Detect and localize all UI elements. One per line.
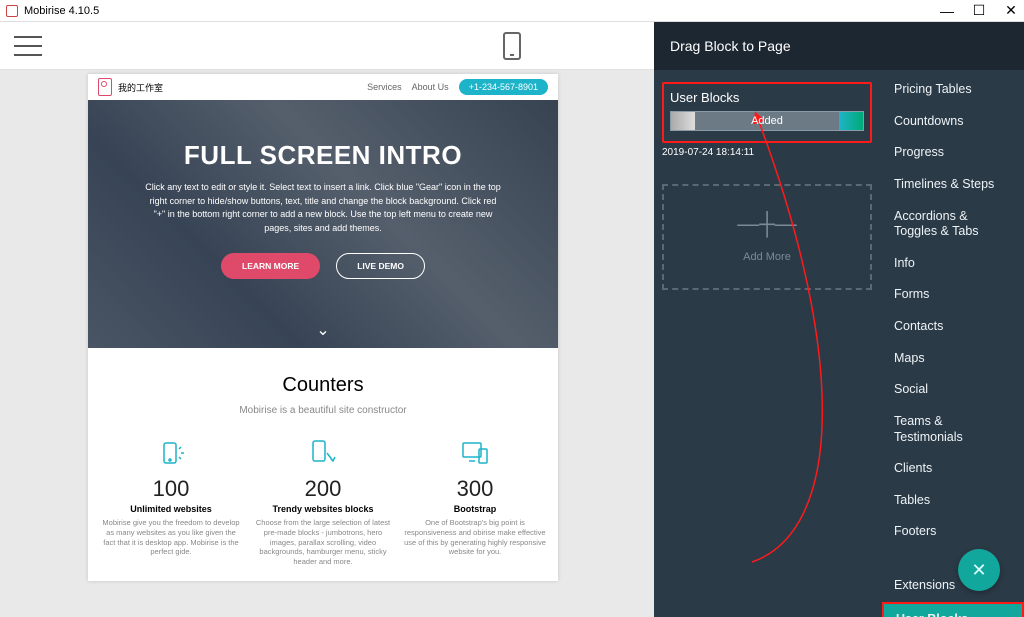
phone-button[interactable]: +1-234-567-8901 [459, 79, 548, 95]
category-forms[interactable]: Forms [882, 279, 1024, 311]
category-maps[interactable]: Maps [882, 343, 1024, 375]
site-preview: 我的工作室 Services About Us +1-234-567-8901 … [88, 74, 558, 581]
window-minimize-button[interactable]: — [940, 4, 954, 18]
counters-subtitle: Mobirise is a beautiful site constructor [100, 405, 546, 416]
category-pricing-tables[interactable]: Pricing Tables [882, 74, 1024, 106]
added-block-thumb[interactable]: Added [670, 111, 864, 131]
counter-icon [404, 438, 546, 468]
counters-title: Counters [100, 374, 546, 397]
counter-item: 300 Bootstrap One of Bootstrap's big poi… [404, 438, 546, 567]
hero-body: Click any text to edit or style it. Sele… [143, 181, 503, 235]
category-tables[interactable]: Tables [882, 485, 1024, 517]
category-accordions-toggles-tabs[interactable]: Accordions & Toggles & Tabs [882, 201, 1024, 248]
learn-more-button[interactable]: LEARN MORE [221, 253, 320, 279]
counter-label: Bootstrap [404, 504, 546, 514]
mobile-preview-icon[interactable] [503, 32, 521, 60]
block-categories[interactable]: Pricing TablesCountdownsProgressTimeline… [882, 70, 1024, 617]
add-more-label: Add More [743, 251, 791, 263]
blocks-panel: Drag Block to Page User Blocks Added 201… [654, 70, 1024, 617]
category-countdowns[interactable]: Countdowns [882, 106, 1024, 138]
category-extensions[interactable]: Extensions [882, 570, 1024, 602]
counter-desc: Choose from the large selection of lates… [252, 518, 394, 567]
category-clients[interactable]: Clients [882, 453, 1024, 485]
category-separator [882, 548, 1024, 570]
category-info[interactable]: Info [882, 248, 1024, 280]
category-teams-testimonials[interactable]: Teams & Testimonials [882, 406, 1024, 453]
app-title: Mobirise 4.10.5 [24, 5, 99, 17]
nav-link[interactable]: Services [367, 82, 402, 92]
window-close-button[interactable]: ✕ [1004, 4, 1018, 18]
added-label: Added [751, 115, 783, 127]
hero-title: FULL SCREEN INTRO [124, 140, 522, 171]
category-user-blocks[interactable]: User Blocks [882, 602, 1024, 617]
window-maximize-button[interactable]: ☐ [972, 4, 986, 18]
counters-block[interactable]: Counters Mobirise is a beautiful site co… [88, 348, 558, 581]
counter-value: 100 [100, 476, 242, 502]
category-timelines-steps[interactable]: Timelines & Steps [882, 169, 1024, 201]
category-contacts[interactable]: Contacts [882, 311, 1024, 343]
counter-label: Trendy websites blocks [252, 504, 394, 514]
counter-item: 200 Trendy websites blocks Choose from t… [252, 438, 394, 567]
counter-desc: One of Bootstrap's big point is responsi… [404, 518, 546, 557]
add-more-dropzone[interactable]: —┼— Add More [662, 184, 872, 290]
category-social[interactable]: Social [882, 374, 1024, 406]
panel-title: Drag Block to Page [654, 22, 1024, 70]
title-bar: Mobirise 4.10.5 — ☐ ✕ [0, 0, 1024, 22]
app-icon [6, 5, 18, 17]
menu-icon[interactable] [14, 36, 42, 56]
counter-desc: Mobirise give you the freedom to develop… [100, 518, 242, 557]
close-panel-button[interactable]: ✕ [958, 549, 1000, 591]
brand-name: 我的工作室 [118, 81, 163, 94]
live-demo-button[interactable]: LIVE DEMO [336, 253, 425, 279]
scroll-down-icon[interactable]: ⌄ [316, 320, 329, 340]
category-progress[interactable]: Progress [882, 137, 1024, 169]
counter-icon [252, 438, 394, 468]
user-blocks-label: User Blocks [670, 90, 864, 105]
brand-logo-icon [98, 78, 112, 96]
counter-value: 300 [404, 476, 546, 502]
hero-block[interactable]: FULL SCREEN INTRO Click any text to edit… [88, 100, 558, 348]
counter-item: 100 Unlimited websites Mobirise give you… [100, 438, 242, 567]
site-nav: 我的工作室 Services About Us +1-234-567-8901 [88, 74, 558, 100]
category-footers[interactable]: Footers [882, 516, 1024, 548]
plus-icon: —┼— [737, 211, 797, 237]
counter-label: Unlimited websites [100, 504, 242, 514]
counter-icon [100, 438, 242, 468]
annotation-arrow [750, 102, 880, 572]
user-blocks-preview[interactable]: User Blocks Added [662, 82, 872, 143]
block-timestamp: 2019-07-24 18:14:11 [662, 147, 872, 158]
nav-link[interactable]: About Us [412, 82, 449, 92]
counter-value: 200 [252, 476, 394, 502]
